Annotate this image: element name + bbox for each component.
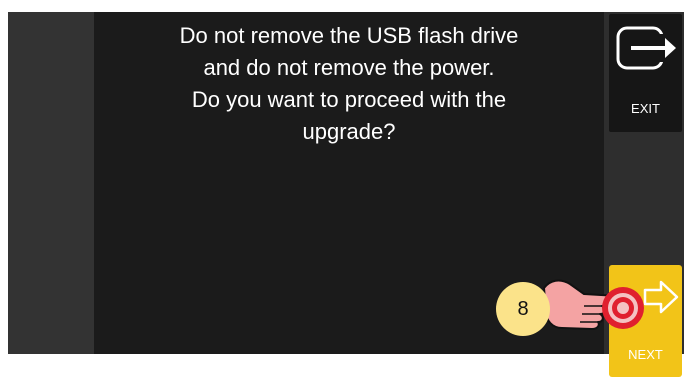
exit-label: EXIT — [631, 101, 660, 116]
confirmation-message: Do not remove the USB flash drive and do… — [114, 20, 584, 148]
message-line: Do you want to proceed with the upgrade? — [191, 87, 507, 144]
exit-button[interactable]: EXIT — [609, 14, 682, 132]
tap-target-icon — [600, 285, 646, 336]
left-bezel — [8, 12, 94, 354]
message-line: Do not remove the USB flash drive — [179, 23, 519, 48]
message-line: and do not remove the power. — [203, 55, 495, 80]
next-label: NEXT — [628, 347, 663, 362]
step-number-badge: 8 — [496, 282, 550, 336]
exit-arrow-icon — [615, 24, 677, 81]
